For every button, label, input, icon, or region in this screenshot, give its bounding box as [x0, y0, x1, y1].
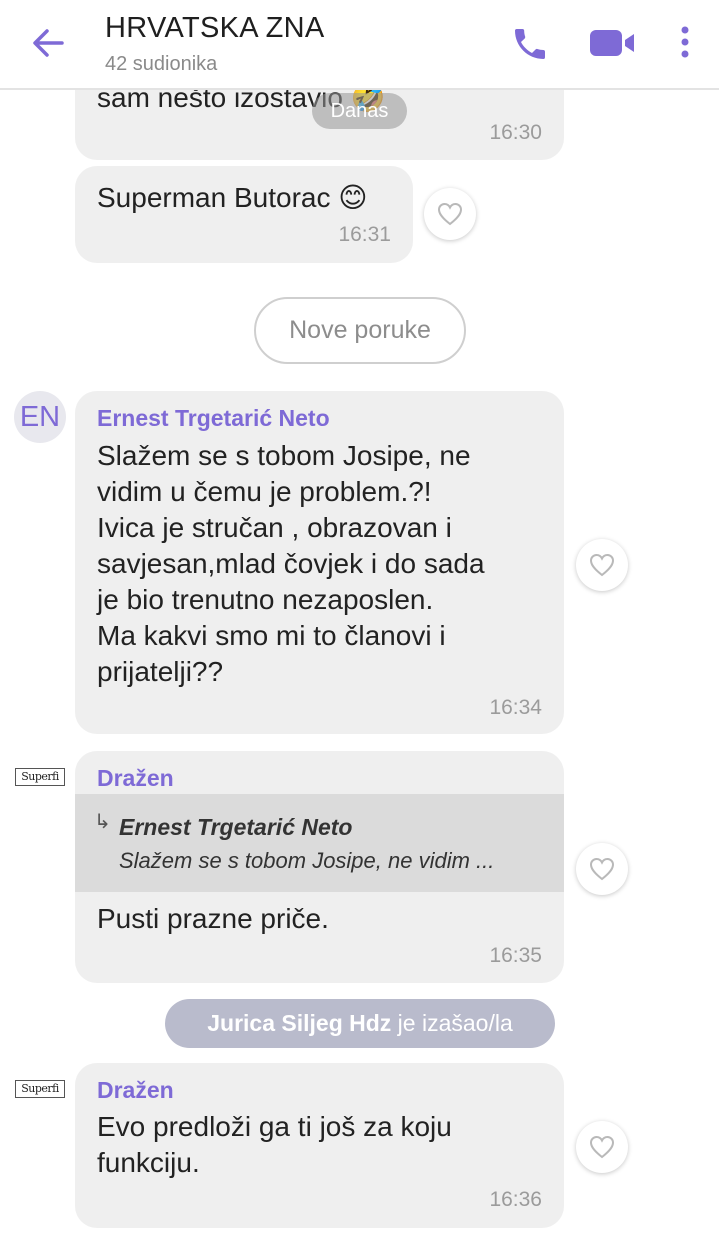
- message-bubble[interactable]: Superman Butorac 😊 16:31: [75, 166, 413, 263]
- reply-arrow-icon: ↳: [94, 811, 111, 833]
- video-camera-icon: [590, 30, 634, 56]
- call-button[interactable]: [510, 24, 550, 64]
- like-button[interactable]: [576, 1121, 628, 1173]
- message-time: 16:34: [489, 696, 542, 719]
- system-message: Jurica Siljeg Hdz je izašao/la: [165, 999, 555, 1048]
- message-time: 16:30: [489, 121, 542, 144]
- new-messages-divider: Nove poruke: [254, 297, 466, 364]
- more-options-button[interactable]: [674, 22, 696, 64]
- message-time: 16:35: [489, 944, 542, 967]
- participants-count[interactable]: 42 sudionika: [105, 53, 217, 76]
- message-text: Superman Butorac 😊: [97, 182, 368, 213]
- like-button[interactable]: [576, 843, 628, 895]
- arrow-left-icon: [33, 29, 64, 57]
- back-button[interactable]: [28, 22, 70, 64]
- chat-title[interactable]: HRVATSKA ZNA: [105, 12, 325, 45]
- message-bubble[interactable]: Dražen Evo predloži ga ti još za koju fu…: [75, 1063, 564, 1228]
- heart-icon: [589, 857, 615, 881]
- heart-icon: [589, 553, 615, 577]
- like-button[interactable]: [424, 188, 476, 240]
- sender-name[interactable]: Ernest Trgetarić Neto: [97, 405, 330, 432]
- message-text: Pusti prazne priče.: [97, 903, 329, 934]
- message-time: 16:31: [338, 223, 391, 246]
- more-vertical-icon: [681, 26, 689, 58]
- quoted-message[interactable]: ↳ Ernest Trgetarić Neto Slažem se s tobo…: [75, 794, 564, 892]
- avatar[interactable]: Superfi: [15, 1080, 65, 1098]
- video-call-button[interactable]: [588, 26, 640, 60]
- quoted-sender: Ernest Trgetarić Neto: [119, 814, 353, 840]
- phone-icon: [515, 29, 545, 59]
- quoted-text: Slažem se s tobom Josipe, ne vidim ...: [119, 848, 495, 873]
- sender-name[interactable]: Dražen: [97, 1077, 174, 1104]
- message-text: Evo predloži ga ti još za koju funkciju.: [97, 1111, 452, 1178]
- avatar[interactable]: Superfi: [15, 768, 65, 786]
- heart-icon: [589, 1135, 615, 1159]
- message-bubble[interactable]: Dražen ↳ Ernest Trgetarić Neto Slažem se…: [75, 751, 564, 983]
- message-bubble[interactable]: Ernest Trgetarić Neto Slažem se s tobom …: [75, 391, 564, 734]
- message-time: 16:36: [489, 1188, 542, 1211]
- system-action: je izašao/la: [391, 1010, 513, 1036]
- chat-header: HRVATSKA ZNA 42 sudionika: [0, 0, 719, 90]
- message-text: Slažem se s tobom Josipe, ne vidim u čem…: [97, 440, 485, 687]
- sender-name[interactable]: Dražen: [97, 765, 174, 792]
- avatar[interactable]: EN: [14, 391, 66, 443]
- system-user-name: Jurica Siljeg Hdz: [207, 1010, 392, 1036]
- date-chip: Danas: [312, 93, 407, 129]
- heart-icon: [437, 202, 463, 226]
- like-button[interactable]: [576, 539, 628, 591]
